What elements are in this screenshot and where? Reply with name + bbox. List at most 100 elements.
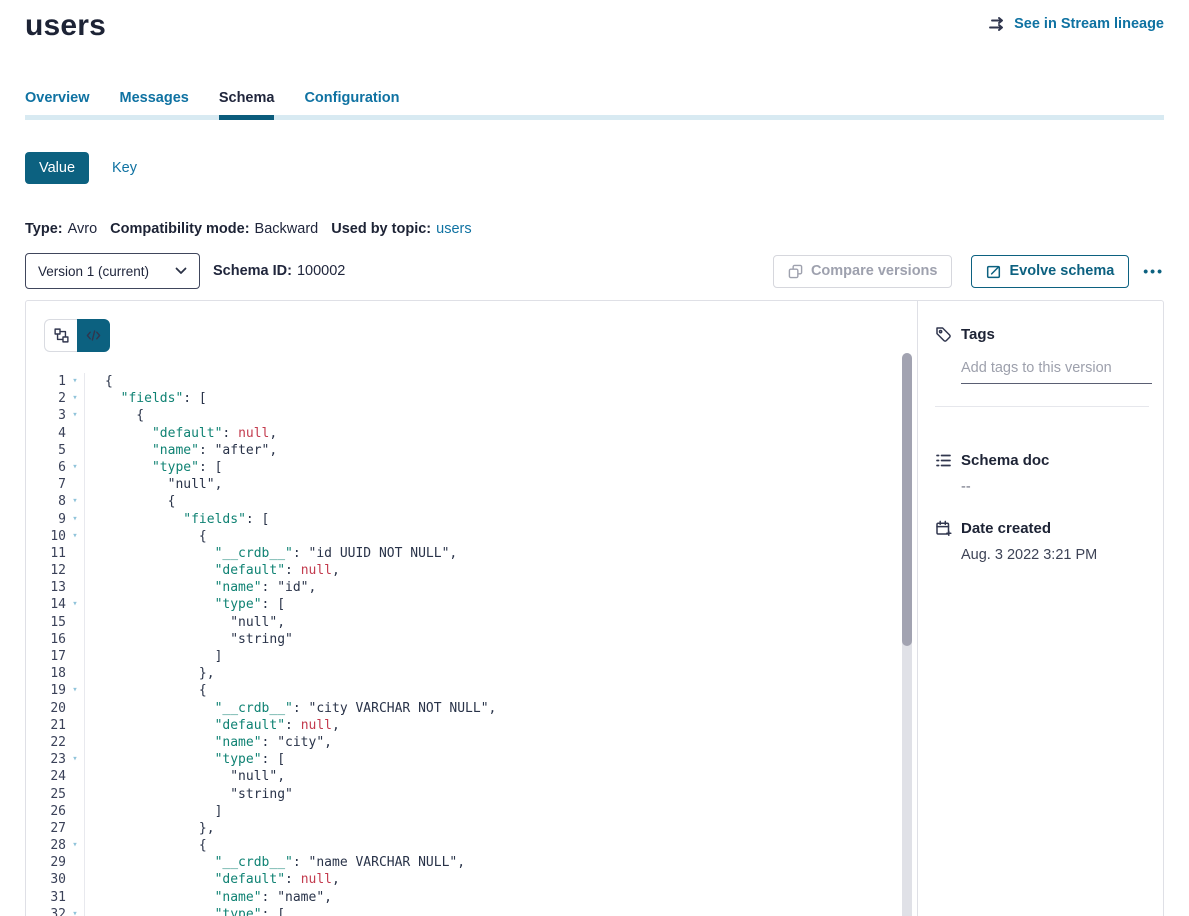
tab-schema[interactable]: Schema [219,90,275,107]
code-line: 19▾ { [26,682,883,699]
line-number: 8 [26,493,66,510]
schema-page: users See in Stream lineage Overview Mes… [0,0,1189,916]
versions-icon [788,264,803,279]
chevron-down-icon [175,267,187,275]
fold-spacer [66,631,84,648]
code-lines: 1▾{2▾ "fields": [3▾ {4 "default": null,5… [26,373,883,916]
code-text: "default": null, [85,717,340,734]
line-number: 18 [26,665,66,682]
tree-view-icon [54,328,69,343]
code-text: "default": null, [85,425,277,442]
fold-spacer [66,648,84,665]
code-line: 30 "default": null, [26,871,883,888]
fold-arrow-icon[interactable]: ▾ [66,596,84,613]
date-created-value: Aug. 3 2022 3:21 PM [961,547,1149,563]
schema-code-viewer[interactable]: 1▾{2▾ "fields": [3▾ {4 "default": null,5… [26,373,883,916]
evolve-schema-label: Evolve schema [1009,263,1114,279]
meta-type-value: Avro [68,221,98,237]
more-actions-button ellipsis-icon[interactable]: ••• [1143,255,1164,288]
date-created-heading: Date created [935,520,1149,537]
code-line: 31 "name": "name", [26,889,883,906]
code-line: 22 "name": "city", [26,734,883,751]
tree-view-button[interactable] [44,319,77,352]
value-toggle-button[interactable]: Value [25,152,89,184]
code-text: "default": null, [85,562,340,579]
fold-spacer [66,700,84,717]
line-number: 19 [26,682,66,699]
line-number: 29 [26,854,66,871]
fold-arrow-icon[interactable]: ▾ [66,528,84,545]
code-text: { [85,682,207,699]
fold-arrow-icon[interactable]: ▾ [66,373,84,390]
line-number: 2 [26,390,66,407]
code-text: "type": [ [85,906,285,916]
tags-heading: Tags [935,326,1149,343]
line-number: 30 [26,871,66,888]
tags-section: Tags [935,326,1149,407]
line-number: 27 [26,820,66,837]
tags-input[interactable] [961,360,1152,384]
stream-lineage-link[interactable]: See in Stream lineage [989,16,1164,32]
line-number: 24 [26,768,66,785]
fold-arrow-icon[interactable]: ▾ [66,390,84,407]
code-line: 11 "__crdb__": "id UUID NOT NULL", [26,545,883,562]
code-line: 1▾{ [26,373,883,390]
editor-scrollbar-thumb[interactable] [902,353,912,646]
edit-square-icon [986,264,1001,279]
fold-spacer [66,442,84,459]
code-line: 24 "null", [26,768,883,785]
code-view-icon [86,328,101,343]
code-text: { [85,407,144,424]
code-line: 21 "default": null, [26,717,883,734]
fold-arrow-icon[interactable]: ▾ [66,751,84,768]
compare-versions-button[interactable]: Compare versions [773,255,953,288]
version-select[interactable]: Version 1 (current) [25,253,200,289]
fold-spacer [66,889,84,906]
code-text: "null", [85,476,222,493]
code-text: "__crdb__": "id UUID NOT NULL", [85,545,457,562]
meta-type: Type: Avro [25,221,97,237]
evolve-schema-button[interactable]: Evolve schema [971,255,1129,288]
editor-scrollbar[interactable] [902,353,912,916]
fold-spacer [66,854,84,871]
fold-arrow-icon[interactable]: ▾ [66,682,84,699]
tab-configuration[interactable]: Configuration [304,90,399,107]
code-text: "type": [ [85,459,222,476]
code-text: "string" [85,631,293,648]
meta-topic-label: Used by topic: [331,221,431,237]
fold-arrow-icon[interactable]: ▾ [66,511,84,528]
code-text: "null", [85,614,285,631]
schema-doc-section: Schema doc -- [935,452,1149,495]
fold-arrow-icon[interactable]: ▾ [66,407,84,424]
line-number: 20 [26,700,66,717]
topic-link[interactable]: users [436,221,471,237]
tab-messages[interactable]: Messages [120,90,189,107]
key-toggle-link[interactable]: Key [112,160,137,176]
code-text: "fields": [ [85,511,269,528]
fold-spacer [66,786,84,803]
code-line: 23▾ "type": [ [26,751,883,768]
schema-id-label: Schema ID: [213,263,292,279]
fold-arrow-icon[interactable]: ▾ [66,906,84,916]
fold-spacer [66,614,84,631]
code-line: 20 "__crdb__": "city VARCHAR NOT NULL", [26,700,883,717]
tab-track [25,115,1164,120]
date-created-section: Date created Aug. 3 2022 3:21 PM [935,520,1149,563]
code-line: 26 ] [26,803,883,820]
code-line: 12 "default": null, [26,562,883,579]
schema-editor-panel: 1▾{2▾ "fields": [3▾ {4 "default": null,5… [26,301,918,916]
line-number: 16 [26,631,66,648]
code-text: { [85,493,175,510]
line-number: 4 [26,425,66,442]
code-text: "type": [ [85,596,285,613]
list-icon [935,452,952,469]
fold-arrow-icon[interactable]: ▾ [66,837,84,854]
fold-arrow-icon[interactable]: ▾ [66,493,84,510]
code-view-button[interactable] [77,319,110,352]
tab-overview[interactable]: Overview [25,90,90,107]
line-number: 22 [26,734,66,751]
fold-arrow-icon[interactable]: ▾ [66,459,84,476]
code-text: "__crdb__": "name VARCHAR NULL", [85,854,465,871]
schema-id: Schema ID: 100002 [213,263,345,279]
line-number: 7 [26,476,66,493]
